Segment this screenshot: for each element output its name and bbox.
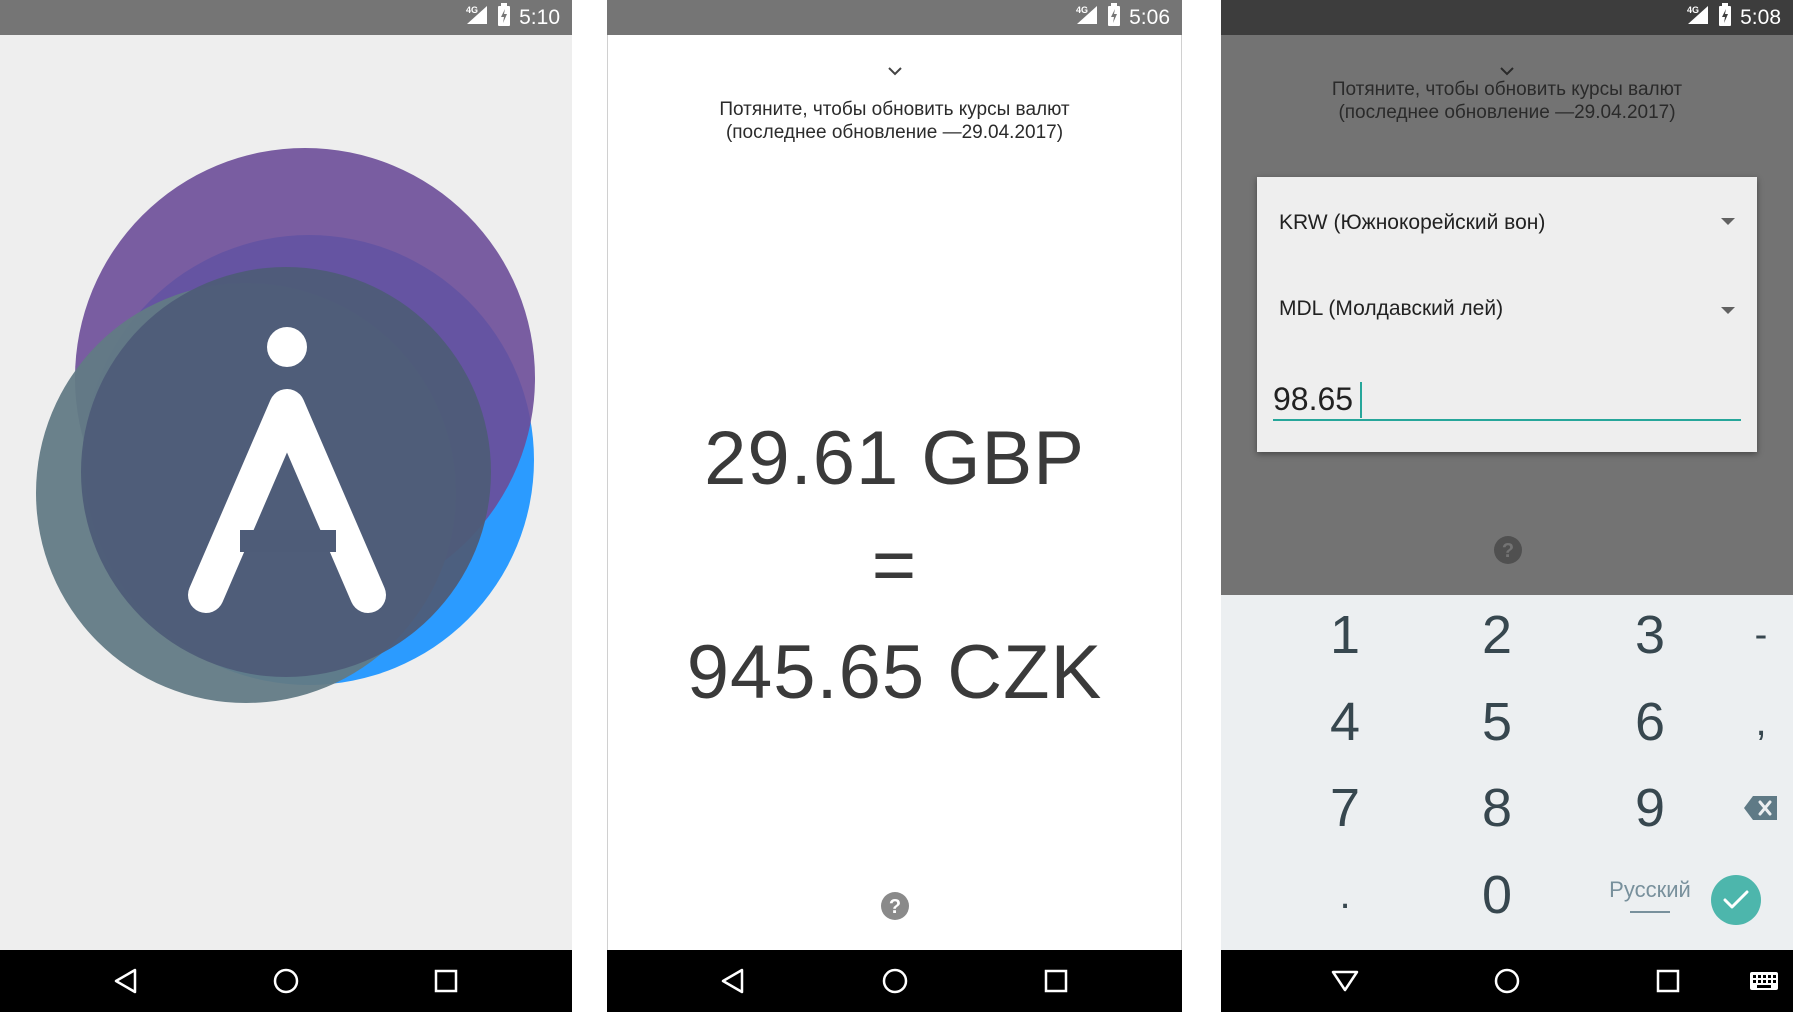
conversion-view[interactable]: Потяните, чтобы обновить курсы валют (по… [607, 35, 1182, 950]
home-icon[interactable] [1477, 950, 1537, 1012]
phone-splash-screen: 4G 5:10 [0, 0, 572, 1012]
backspace-icon[interactable] [1736, 768, 1786, 848]
amount-input[interactable] [1273, 379, 1741, 421]
home-icon[interactable] [865, 950, 925, 1012]
pull-hint-line1: Потяните, чтобы обновить курсы валют [1331, 79, 1683, 100]
key-2[interactable]: 2 [1447, 595, 1547, 675]
key-dot[interactable]: . [1295, 855, 1395, 935]
from-currency-spinner[interactable]: KRW (Южнокорейский вон) [1279, 203, 1735, 243]
status-time: 5:08 [1740, 5, 1781, 29]
to-amount: 945.65 CZK [686, 630, 1103, 715]
signal-4g-icon: 4G [465, 4, 489, 31]
done-check-icon[interactable] [1711, 875, 1761, 925]
svg-text:?: ? [1502, 540, 1514, 562]
battery-charging-icon [1718, 3, 1732, 32]
back-icon[interactable] [703, 950, 763, 1012]
signal-4g-icon: 4G [1686, 4, 1710, 31]
status-time: 5:06 [1129, 5, 1170, 29]
key-1[interactable]: 1 [1295, 595, 1395, 675]
key-9[interactable]: 9 [1600, 768, 1700, 848]
language-underline [1630, 911, 1670, 913]
navigation-bar [1221, 950, 1793, 1012]
pull-to-refresh-hint: Потяните, чтобы обновить курсы валют (по… [608, 98, 1181, 144]
status-bar: 4G 5:08 [1221, 0, 1793, 35]
equals-sign: = [871, 523, 918, 608]
recents-icon[interactable] [1638, 950, 1698, 1012]
pull-hint-line2: (последнее обновление —29.04.2017) [725, 122, 1064, 143]
help-icon[interactable]: ? [1493, 535, 1523, 570]
phone-conversion-result: 4G 5:06 Потяните, чтобы обновить курсы в… [607, 0, 1182, 1012]
svg-text:4G: 4G [1687, 5, 1699, 15]
recents-icon[interactable] [1026, 950, 1086, 1012]
to-currency-label: MDL (Молдавский лей) [1279, 297, 1504, 320]
key-4[interactable]: 4 [1295, 682, 1395, 762]
recents-icon[interactable] [416, 950, 476, 1012]
key-comma[interactable]: , [1736, 682, 1786, 762]
key-5[interactable]: 5 [1447, 682, 1547, 762]
text-cursor [1360, 382, 1362, 418]
navigation-bar [0, 950, 572, 1012]
splash-background [0, 35, 572, 950]
hide-keyboard-icon[interactable] [1315, 950, 1375, 1012]
app-logo [36, 148, 535, 703]
key-minus[interactable]: - [1736, 595, 1786, 675]
phone-input-dialog: 4G 5:08 Потяните, чтобы обновить курсы в… [1221, 0, 1793, 1012]
dropdown-arrow-icon [1721, 307, 1735, 314]
pull-hint-line2: (последнее обновление —29.04.2017) [1338, 102, 1676, 123]
help-icon[interactable]: ? [880, 891, 910, 926]
battery-charging-icon [1107, 3, 1121, 32]
chevron-down-icon [887, 63, 903, 81]
keyboard-icon[interactable] [1739, 950, 1789, 1012]
key-0[interactable]: 0 [1447, 855, 1547, 935]
svg-text:?: ? [889, 896, 901, 918]
status-bar: 4G 5:10 [0, 0, 572, 35]
language-label: Русский [1609, 877, 1691, 902]
key-7[interactable]: 7 [1295, 768, 1395, 848]
key-3[interactable]: 3 [1600, 595, 1700, 675]
svg-text:4G: 4G [1076, 5, 1088, 15]
back-icon[interactable] [96, 950, 156, 1012]
numeric-keyboard: 1 2 3 - 4 5 6 , 7 8 9 . 0 Русский [1221, 595, 1793, 950]
from-currency-label: KRW (Южнокорейский вон) [1279, 211, 1546, 234]
pull-to-refresh-hint: Потяните, чтобы обновить курсы валют (по… [1221, 78, 1793, 124]
navigation-bar [607, 950, 1182, 1012]
key-8[interactable]: 8 [1447, 768, 1547, 848]
from-amount: 29.61 GBP [704, 416, 1085, 501]
to-currency-spinner[interactable]: MDL (Молдавский лей) [1279, 289, 1735, 329]
conversion-dialog: KRW (Южнокорейский вон) MDL (Молдавский … [1257, 177, 1757, 452]
dropdown-arrow-icon [1721, 218, 1735, 225]
battery-charging-icon [497, 3, 511, 32]
status-bar: 4G 5:06 [607, 0, 1182, 35]
status-time: 5:10 [519, 5, 560, 29]
signal-4g-icon: 4G [1075, 4, 1099, 31]
pull-hint-line1: Потяните, чтобы обновить курсы валют [719, 99, 1070, 120]
svg-text:4G: 4G [466, 5, 478, 15]
home-icon[interactable] [256, 950, 316, 1012]
key-6[interactable]: 6 [1600, 682, 1700, 762]
